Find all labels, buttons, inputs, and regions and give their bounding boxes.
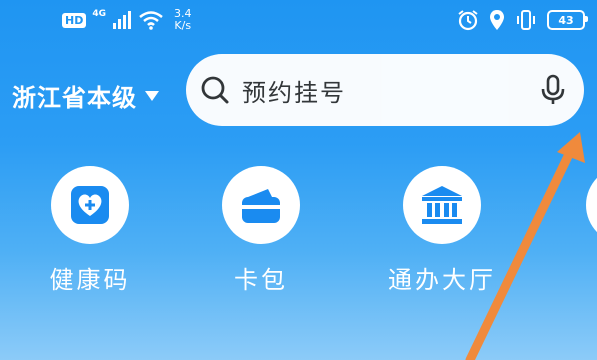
annotation-arrow-icon bbox=[465, 132, 585, 360]
